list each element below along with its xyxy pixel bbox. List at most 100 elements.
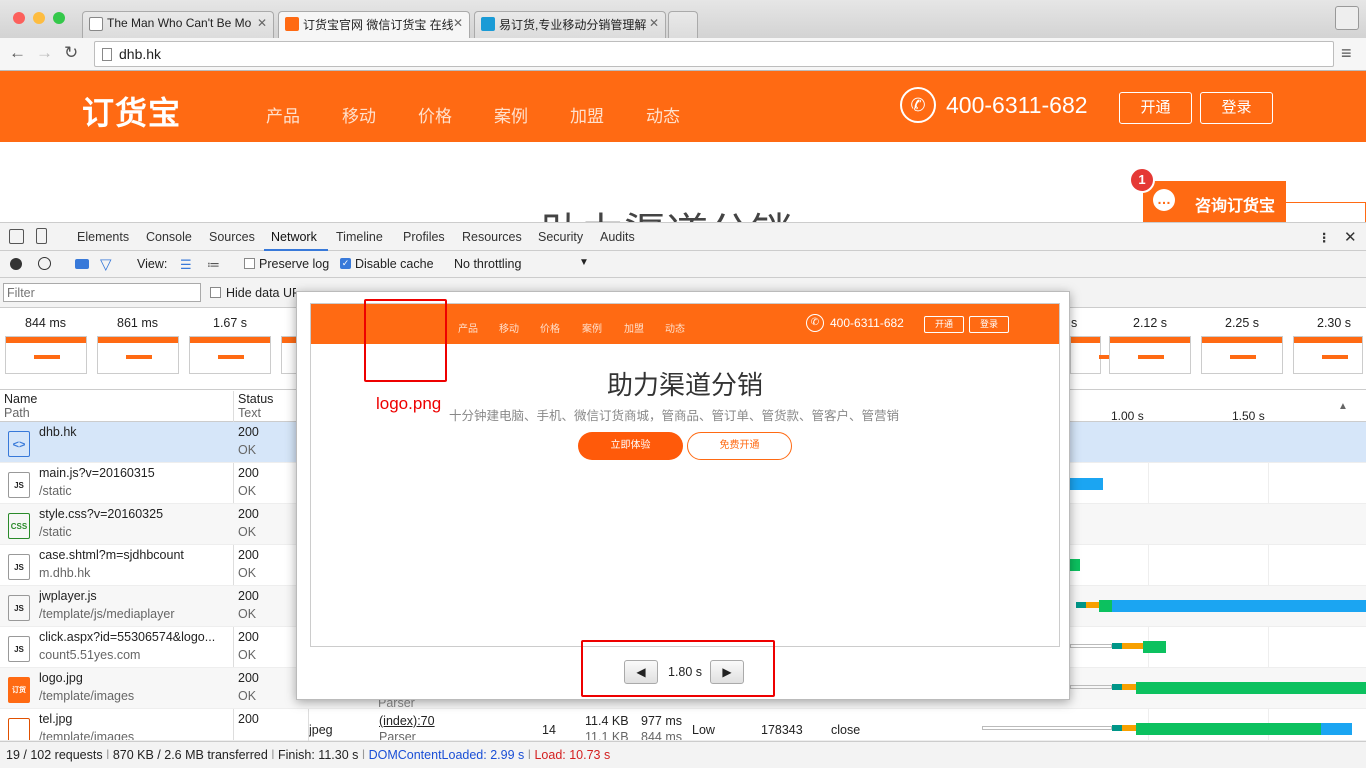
menu-icon[interactable]: ≡ xyxy=(1341,44,1352,62)
frame-time: 2.30 s xyxy=(1317,316,1352,330)
waterfall-bar xyxy=(1143,641,1166,653)
request-status: 200 xyxy=(238,548,259,562)
profile-icon[interactable] xyxy=(1335,6,1359,30)
phone-icon: ✆ xyxy=(806,314,824,332)
tab-resources[interactable]: Resources xyxy=(462,230,522,244)
maximize-window-button[interactable] xyxy=(53,12,65,24)
request-path: /static xyxy=(39,525,72,539)
tab-sources[interactable]: Sources xyxy=(209,230,255,244)
request-name: main.js?v=20160315 xyxy=(39,466,155,480)
frame-thumbnail[interactable] xyxy=(1293,336,1363,374)
overview-icon[interactable]: ≔ xyxy=(207,257,220,273)
frame-thumbnail[interactable] xyxy=(1201,336,1283,374)
frame-thumbnail[interactable] xyxy=(189,336,271,374)
request-status: 200 xyxy=(238,630,259,644)
column-status[interactable]: Status xyxy=(238,392,273,406)
forward-icon[interactable]: → xyxy=(36,44,53,62)
nav-item-product[interactable]: 产品 xyxy=(266,102,300,127)
preview-free-open-button: 免费开通 xyxy=(687,432,792,460)
close-icon[interactable]: ✕ xyxy=(453,16,463,30)
capture-screenshots-icon[interactable] xyxy=(75,259,89,269)
back-icon[interactable]: ← xyxy=(9,44,26,62)
frame-thumbnail[interactable] xyxy=(281,336,336,374)
frame-thumbnail[interactable] xyxy=(5,336,87,374)
frame-thumbnail[interactable] xyxy=(1109,336,1191,374)
request-connection: close xyxy=(831,723,861,737)
tab-console[interactable]: Console xyxy=(146,230,192,244)
frame-thumbnail[interactable] xyxy=(97,336,179,374)
device-mode-icon[interactable] xyxy=(36,228,47,244)
tab-profiles[interactable]: Profiles xyxy=(403,230,445,244)
throttling-select[interactable]: No throttling xyxy=(454,257,521,271)
sort-ascending-icon[interactable]: ▲ xyxy=(1338,401,1348,412)
site-logo[interactable]: 订货宝 xyxy=(82,88,181,134)
waterfall-bar xyxy=(1070,685,1112,689)
notification-badge: 1 xyxy=(1129,167,1155,193)
record-icon[interactable] xyxy=(10,258,22,270)
minimize-window-button[interactable] xyxy=(33,12,45,24)
reload-icon[interactable]: ↻ xyxy=(64,44,78,62)
preview-nav-item: 产品 xyxy=(458,324,478,335)
request-name: tel.jpg xyxy=(39,712,73,726)
tab-security[interactable]: Security xyxy=(538,230,583,244)
tab-elements[interactable]: Elements xyxy=(77,230,129,244)
preview-login-button: 登录 xyxy=(969,316,1009,333)
request-status: 200 xyxy=(238,589,259,603)
request-name: dhb.hk xyxy=(39,425,77,439)
waterfall-bar xyxy=(982,726,1112,730)
tab-timeline[interactable]: Timeline xyxy=(336,230,383,244)
filter-icon[interactable]: ▽ xyxy=(100,255,112,273)
side-frame xyxy=(1284,202,1366,222)
nav-item-price[interactable]: 价格 xyxy=(418,102,452,127)
close-devtools-icon[interactable]: ✕ xyxy=(1344,228,1357,246)
waterfall-bar xyxy=(1099,600,1112,612)
hide-data-urls-checkbox[interactable] xyxy=(210,287,221,298)
more-options-icon[interactable]: ⋮ xyxy=(1318,230,1331,245)
preview-open-button: 开通 xyxy=(924,316,964,333)
close-icon[interactable]: ✕ xyxy=(649,16,659,30)
close-window-button[interactable] xyxy=(13,12,25,24)
preview-nav-item: 加盟 xyxy=(624,324,644,335)
large-rows-icon[interactable]: ☰ xyxy=(180,257,192,273)
request-status-text: OK xyxy=(238,648,257,662)
nav-item-mobile[interactable]: 移动 xyxy=(342,102,376,127)
request-status: 200 xyxy=(238,425,259,439)
request-initiator-link[interactable]: (index):70 xyxy=(379,714,435,728)
address-bar[interactable]: dhb.hk xyxy=(94,41,1334,67)
nav-item-news[interactable]: 动态 xyxy=(646,102,680,127)
frame-thumbnail[interactable] xyxy=(1070,336,1125,374)
tab-strip: The Man Who Can't Be Mo ✕ 订货宝官网 微信订货宝 在线… xyxy=(0,0,1366,38)
site-header: 订货宝 产品 移动 价格 案例 加盟 动态 ✆ 400-6311-682 开通 … xyxy=(0,71,1366,142)
request-path: /static xyxy=(39,484,72,498)
nav-item-join[interactable]: 加盟 xyxy=(570,102,604,127)
open-account-button[interactable]: 开通 xyxy=(1119,92,1192,124)
browser-tab-3[interactable]: 易订货,专业移动分销管理解 ✕ xyxy=(474,11,666,38)
inspect-element-icon[interactable] xyxy=(9,229,24,244)
frame-time: 1.67 s xyxy=(213,316,248,330)
request-count: 14 xyxy=(542,723,556,737)
tab-network[interactable]: Network xyxy=(271,230,317,244)
consult-widget[interactable]: … 咨询订货宝 xyxy=(1143,181,1286,222)
waterfall-bar xyxy=(1112,600,1366,612)
url-text: dhb.hk xyxy=(119,46,162,62)
new-tab-button[interactable] xyxy=(668,11,698,38)
close-icon[interactable]: ✕ xyxy=(257,16,267,30)
filter-input[interactable] xyxy=(3,283,201,302)
request-size: 11.4 KB xyxy=(585,714,629,728)
frame-time: 2.25 s xyxy=(1225,316,1260,330)
request-time: 977 ms xyxy=(641,714,682,728)
waterfall-bar xyxy=(1112,684,1122,690)
request-status-text: OK xyxy=(238,484,257,498)
login-button[interactable]: 登录 xyxy=(1200,92,1273,124)
tab-audits[interactable]: Audits xyxy=(600,230,635,244)
waterfall-bar xyxy=(1076,602,1086,608)
browser-tab-1[interactable]: The Man Who Can't Be Mo ✕ xyxy=(82,11,274,38)
disable-cache-checkbox[interactable]: ✓ xyxy=(340,258,351,269)
preview-try-button: 立即体验 xyxy=(578,432,683,460)
preserve-log-checkbox[interactable] xyxy=(244,258,255,269)
column-name[interactable]: Name xyxy=(4,392,37,406)
table-row[interactable]: tel.jpg /template/images 200 jpeg (index… xyxy=(0,709,1366,741)
browser-tab-2[interactable]: 订货宝官网 微信订货宝 在线 ✕ xyxy=(278,11,470,38)
nav-item-cases[interactable]: 案例 xyxy=(494,102,528,127)
clear-icon[interactable] xyxy=(38,257,51,270)
